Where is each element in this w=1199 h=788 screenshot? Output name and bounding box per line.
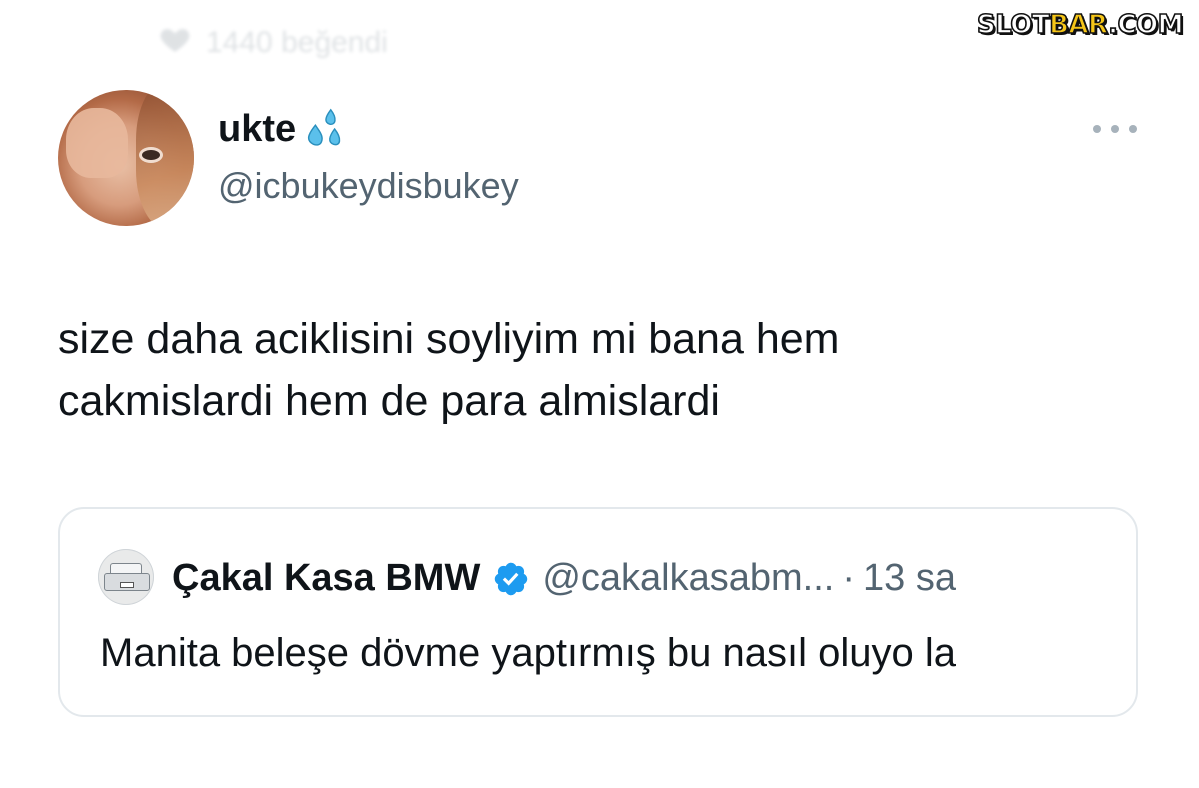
tweet-text-line-2: cakmislardi hem de para almislardi — [58, 377, 720, 425]
avatar-hand-shape — [66, 108, 128, 178]
author-name-row[interactable]: ukte — [218, 106, 348, 152]
quoted-author-handle[interactable]: @cakalkasabm... — [542, 557, 834, 600]
quoted-tweet-time[interactable]: 13 sa — [863, 557, 956, 600]
car-plate-shape — [120, 582, 134, 588]
author-display-name[interactable]: ukte — [218, 108, 296, 151]
more-dot — [1093, 125, 1101, 133]
watermark-part-bar: BAR — [1048, 9, 1109, 41]
watermark-part-com: .COM — [1107, 9, 1184, 41]
quoted-tweet-header: Çakal Kasa BMW @cakalkasabm... · 13 sa — [172, 557, 956, 600]
avatar-eye-shape — [142, 150, 160, 160]
heart-icon — [158, 22, 192, 64]
quoted-author-name[interactable]: Çakal Kasa BMW — [172, 557, 480, 600]
more-dot — [1111, 125, 1119, 133]
author-avatar[interactable] — [58, 90, 194, 226]
quoted-author-avatar[interactable] — [98, 549, 154, 605]
meta-separator: · — [842, 557, 855, 599]
more-horizontal-icon[interactable] — [1093, 121, 1137, 137]
tweet-text: size daha aciklisini soyliyim mi bana he… — [58, 308, 1138, 432]
quoted-tweet-card[interactable]: Çakal Kasa BMW @cakalkasabm... · 13 sa M… — [58, 507, 1138, 717]
sweat-droplets-icon — [302, 106, 348, 152]
more-dot — [1129, 125, 1137, 133]
liked-context-text: 1440 beğendi — [206, 26, 388, 59]
liked-context-line: 1440 beğendi — [158, 22, 388, 64]
verified-badge-icon — [492, 560, 530, 598]
watermark-logo: SLOTBAR.COM — [971, 8, 1189, 42]
author-handle[interactable]: @icbukeydisbukey — [218, 165, 519, 207]
watermark-part-slot: SLOT — [976, 9, 1050, 41]
quoted-tweet-text: Manita beleşe dövme yaptırmış bu nasıl o… — [100, 631, 956, 675]
tweet-text-line-1: size daha aciklisini soyliyim mi bana he… — [58, 315, 840, 363]
